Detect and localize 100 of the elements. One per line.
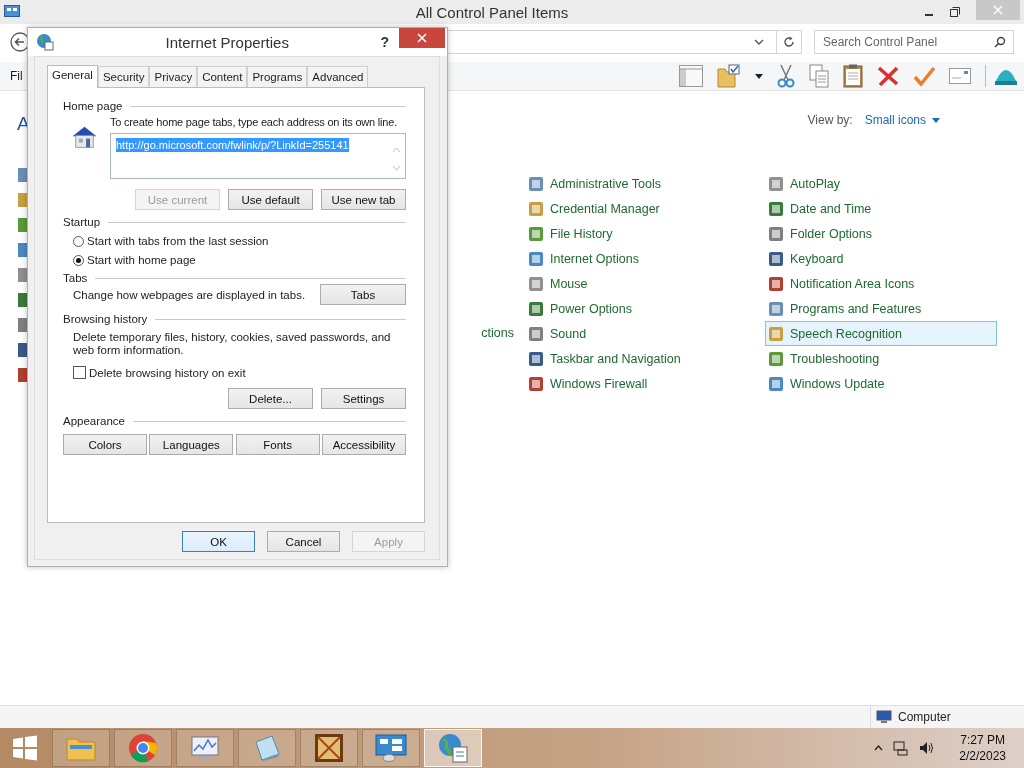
view-by-label: View by: bbox=[807, 113, 853, 127]
tab[interactable]: Content bbox=[197, 66, 248, 87]
applet-icon bbox=[528, 225, 544, 242]
caret-icon bbox=[932, 117, 940, 123]
radio-label[interactable]: Start with home page bbox=[87, 254, 196, 266]
applet-link[interactable]: Windows Update bbox=[765, 371, 997, 396]
applet-icon bbox=[768, 250, 784, 267]
close-button[interactable] bbox=[399, 28, 445, 48]
taskbar-button[interactable] bbox=[114, 729, 172, 767]
applet-link[interactable]: Sound bbox=[525, 321, 757, 346]
taskbar-button[interactable] bbox=[362, 729, 420, 767]
window-title: All Control Panel Items bbox=[414, 3, 570, 21]
folder-check-icon[interactable] bbox=[717, 64, 741, 88]
home-page-button[interactable]: Use new tab bbox=[321, 189, 406, 210]
clock[interactable]: 7:27 PM 2/2/2023 bbox=[959, 732, 1006, 764]
checkbox-label[interactable]: Delete browsing history on exit bbox=[89, 366, 246, 379]
globe-icon bbox=[36, 33, 54, 51]
applet-link[interactable]: Notification Area Icons bbox=[765, 271, 997, 296]
windows-icon bbox=[12, 735, 38, 761]
caret-icon[interactable] bbox=[755, 73, 763, 79]
dialog-title: Internet Properties bbox=[164, 33, 290, 51]
appearance-button[interactable]: Accessibility bbox=[322, 434, 406, 455]
applet-icon bbox=[768, 225, 784, 242]
applet-icon[interactable] bbox=[17, 167, 27, 183]
box-icon bbox=[314, 733, 344, 763]
computer-icon bbox=[876, 710, 892, 724]
applet-link[interactable]: Internet Options bbox=[525, 246, 757, 271]
applet-icon[interactable] bbox=[17, 217, 27, 233]
applet-icon[interactable] bbox=[17, 242, 27, 258]
checkbox[interactable] bbox=[73, 366, 86, 379]
applet-link[interactable]: Date and Time bbox=[765, 196, 997, 221]
help-button[interactable]: ? bbox=[380, 34, 389, 50]
clipboard-icon[interactable] bbox=[843, 64, 863, 88]
applet-link[interactable]: File History bbox=[525, 221, 757, 246]
applet-icon bbox=[528, 275, 544, 292]
applet-link[interactable]: Administrative Tools bbox=[525, 171, 757, 196]
dialog-button[interactable]: Cancel bbox=[267, 531, 340, 552]
chevron-icon[interactable] bbox=[874, 745, 884, 751]
layout-icon[interactable] bbox=[679, 65, 703, 87]
applet-link[interactable]: Speech Recognition bbox=[765, 321, 997, 346]
applet-icon bbox=[768, 375, 784, 392]
network-icon[interactable] bbox=[893, 740, 910, 756]
tab[interactable]: Privacy bbox=[149, 66, 198, 87]
applet-icon[interactable] bbox=[17, 367, 27, 383]
dialog-button[interactable]: OK bbox=[182, 531, 255, 552]
taskbar-button[interactable] bbox=[176, 729, 234, 767]
refresh-icon bbox=[783, 36, 795, 48]
view-by-dropdown[interactable]: Small icons bbox=[864, 113, 940, 127]
applet-icon bbox=[768, 200, 784, 217]
card-icon[interactable] bbox=[949, 68, 971, 84]
dropdown-icon[interactable] bbox=[754, 38, 764, 46]
applet-icon bbox=[768, 350, 784, 367]
appearance-button[interactable]: Fonts bbox=[235, 434, 320, 455]
applet-link[interactable]: Mouse bbox=[525, 271, 757, 296]
taskbar-button[interactable] bbox=[238, 729, 296, 767]
close-icon bbox=[417, 33, 427, 43]
applet-link[interactable]: Troubleshooting bbox=[765, 346, 997, 371]
applet-icon[interactable] bbox=[17, 292, 27, 308]
menu-item[interactable]: Fil bbox=[10, 69, 23, 83]
appearance-button[interactable]: Colors bbox=[63, 434, 147, 455]
applet-link[interactable]: AutoPlay bbox=[765, 171, 997, 196]
browser-icon bbox=[128, 733, 158, 763]
taskbar-button[interactable] bbox=[300, 729, 358, 767]
tab[interactable]: Security bbox=[97, 66, 150, 87]
applet-icon[interactable] bbox=[17, 342, 27, 358]
refresh-button[interactable] bbox=[776, 30, 802, 54]
radio-button[interactable] bbox=[73, 254, 84, 266]
tab[interactable]: Programs bbox=[247, 66, 308, 87]
shell-icon[interactable] bbox=[985, 65, 1018, 87]
applet-link[interactable]: Taskbar and Navigation bbox=[525, 346, 757, 371]
history-button[interactable]: Settings bbox=[321, 388, 406, 409]
tab[interactable]: Advanced bbox=[307, 66, 369, 87]
group-heading: Startup bbox=[63, 216, 101, 228]
history-button[interactable]: Delete... bbox=[228, 388, 313, 409]
radio-button[interactable] bbox=[73, 235, 84, 247]
checkmark-icon[interactable] bbox=[913, 65, 935, 87]
applet-link[interactable]: Power Options bbox=[525, 296, 757, 321]
delete-icon[interactable] bbox=[877, 65, 899, 87]
restore-icon[interactable] bbox=[950, 7, 960, 17]
applet-link[interactable]: Windows Firewall bbox=[525, 371, 757, 396]
applet-icon[interactable] bbox=[17, 267, 27, 283]
applet-icon bbox=[528, 250, 544, 267]
group-heading: Browsing history bbox=[63, 313, 148, 325]
tabs-button[interactable]: Tabs bbox=[320, 284, 406, 305]
radio-label[interactable]: Start with tabs from the last session bbox=[87, 235, 269, 247]
applet-link[interactable]: Keyboard bbox=[765, 246, 997, 271]
applet-icon bbox=[768, 325, 784, 342]
applet-icon[interactable] bbox=[17, 317, 27, 333]
search-field[interactable]: Search Control Panel bbox=[814, 30, 1014, 54]
copy-icon[interactable] bbox=[809, 64, 829, 88]
speaker-icon[interactable] bbox=[919, 740, 936, 756]
applet-link[interactable]: Folder Options bbox=[765, 221, 997, 246]
applet-link[interactable]: Credential Manager bbox=[525, 196, 757, 221]
applet-link[interactable]: ctions bbox=[481, 321, 514, 346]
appearance-button[interactable]: Languages bbox=[149, 434, 234, 455]
applet-link[interactable]: Programs and Features bbox=[765, 296, 997, 321]
tab[interactable]: General bbox=[47, 65, 98, 88]
search-icon[interactable] bbox=[994, 36, 1006, 48]
home-page-button[interactable]: Use default bbox=[228, 189, 313, 210]
scissors-icon[interactable] bbox=[777, 64, 795, 88]
